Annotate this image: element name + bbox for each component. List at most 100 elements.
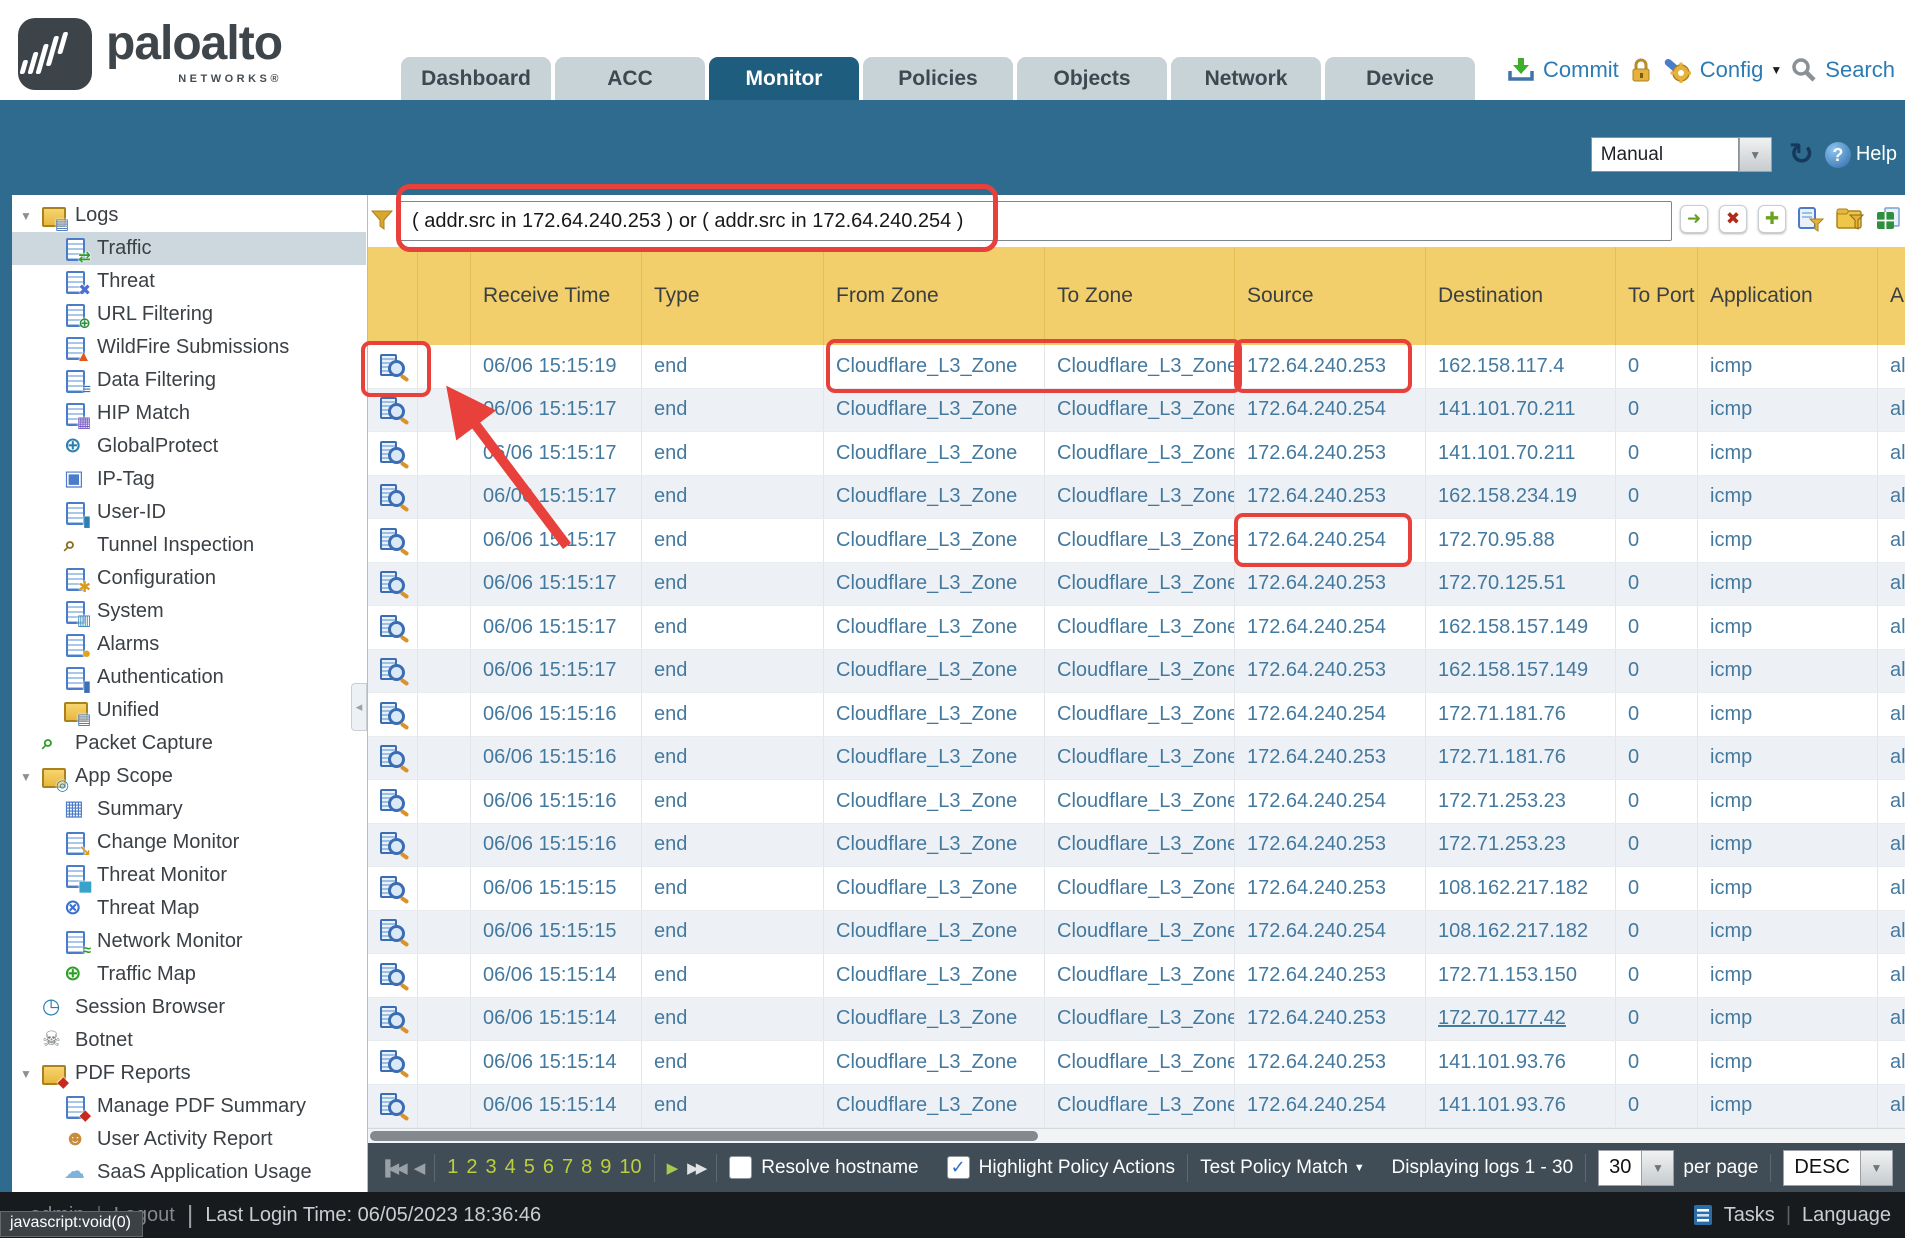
type-cell[interactable]: end [641, 432, 823, 475]
action-cell[interactable]: allow [1877, 519, 1905, 562]
column-header-source[interactable]: Source [1234, 247, 1425, 345]
to-zone-cell[interactable]: Cloudflare_L3_Zone [1044, 345, 1234, 388]
sidebar-item-alarms[interactable]: Alarms [12, 628, 366, 661]
next-page-button[interactable]: ▶ [667, 1159, 679, 1177]
to-zone-cell[interactable]: Cloudflare_L3_Zone [1044, 998, 1234, 1041]
to-zone-cell[interactable]: Cloudflare_L3_Zone [1044, 693, 1234, 736]
sidebar-item-threat-monitor[interactable]: Threat Monitor [12, 859, 366, 892]
destination-cell[interactable]: 162.158.117.4 [1425, 345, 1615, 388]
receive-time-cell[interactable]: 06/06 15:15:14 [470, 1041, 641, 1084]
application-cell[interactable]: icmp [1697, 519, 1877, 562]
last-page-button[interactable]: ▶▶ [687, 1159, 704, 1177]
to-port-cell[interactable]: 0 [1615, 867, 1697, 910]
test-policy-match-button[interactable]: Test Policy Match [1200, 1157, 1348, 1179]
action-cell[interactable]: allow [1877, 1041, 1905, 1084]
page-4[interactable]: 4 [505, 1156, 516, 1179]
tab-monitor[interactable]: Monitor [709, 57, 859, 100]
destination-cell[interactable]: 162.158.157.149 [1425, 606, 1615, 649]
sort-order-dropdown-icon[interactable]: ▼ [1860, 1150, 1893, 1186]
action-cell[interactable]: allow [1877, 954, 1905, 997]
column-header-action[interactable]: Action [1877, 247, 1905, 345]
receive-time-cell[interactable]: 06/06 15:15:16 [470, 780, 641, 823]
to-port-cell[interactable]: 0 [1615, 737, 1697, 780]
page-8[interactable]: 8 [581, 1156, 592, 1179]
receive-time-cell[interactable]: 06/06 15:15:16 [470, 693, 641, 736]
action-cell[interactable]: allow [1877, 476, 1905, 519]
column-header-destination[interactable]: Destination [1425, 247, 1615, 345]
log-detail-icon[interactable] [379, 832, 407, 857]
to-port-cell[interactable]: 0 [1615, 780, 1697, 823]
from-zone-cell[interactable]: Cloudflare_L3_Zone [823, 693, 1044, 736]
sidebar-item-tunnel-inspection[interactable]: Tunnel Inspection [12, 529, 366, 562]
type-cell[interactable]: end [641, 954, 823, 997]
receive-time-cell[interactable]: 06/06 15:15:15 [470, 911, 641, 954]
log-detail-icon[interactable] [379, 354, 407, 379]
sidebar-item-authentication[interactable]: Authentication [12, 661, 366, 694]
application-cell[interactable]: icmp [1697, 693, 1877, 736]
log-detail-icon[interactable] [379, 1093, 407, 1118]
from-zone-cell[interactable]: Cloudflare_L3_Zone [823, 1041, 1044, 1084]
application-cell[interactable]: icmp [1697, 737, 1877, 780]
type-cell[interactable]: end [641, 911, 823, 954]
receive-time-cell[interactable]: 06/06 15:15:17 [470, 476, 641, 519]
source-cell[interactable]: 172.64.240.253 [1234, 867, 1425, 910]
destination-cell[interactable]: 172.70.125.51 [1425, 563, 1615, 606]
to-port-cell[interactable]: 0 [1615, 563, 1697, 606]
destination-cell[interactable]: 162.158.234.19 [1425, 476, 1615, 519]
type-cell[interactable]: end [641, 693, 823, 736]
destination-cell[interactable]: 172.71.181.76 [1425, 737, 1615, 780]
action-cell[interactable]: allow [1877, 650, 1905, 693]
from-zone-cell[interactable]: Cloudflare_L3_Zone [823, 911, 1044, 954]
commit-icon[interactable] [1507, 57, 1534, 82]
application-cell[interactable]: icmp [1697, 998, 1877, 1041]
to-port-cell[interactable]: 0 [1615, 432, 1697, 475]
destination-cell[interactable]: 172.71.253.23 [1425, 824, 1615, 867]
to-zone-cell[interactable]: Cloudflare_L3_Zone [1044, 954, 1234, 997]
receive-time-cell[interactable]: 06/06 15:15:16 [470, 824, 641, 867]
destination-cell[interactable]: 162.158.157.149 [1425, 650, 1615, 693]
receive-time-cell[interactable]: 06/06 15:15:17 [470, 650, 641, 693]
receive-time-cell[interactable]: 06/06 15:15:16 [470, 737, 641, 780]
log-detail-icon[interactable] [379, 615, 407, 640]
sidebar-item-threat[interactable]: Threat [12, 265, 366, 298]
type-cell[interactable]: end [641, 867, 823, 910]
to-zone-cell[interactable]: Cloudflare_L3_Zone [1044, 1085, 1234, 1128]
destination-cell[interactable]: 141.101.70.211 [1425, 389, 1615, 432]
source-cell[interactable]: 172.64.240.253 [1234, 650, 1425, 693]
to-zone-cell[interactable]: Cloudflare_L3_Zone [1044, 519, 1234, 562]
source-cell[interactable]: 172.64.240.254 [1234, 1085, 1425, 1128]
sidebar-item-packet-capture[interactable]: Packet Capture [12, 727, 366, 760]
action-cell[interactable]: allow [1877, 389, 1905, 432]
log-detail-icon[interactable] [379, 571, 407, 596]
action-cell[interactable]: allow [1877, 998, 1905, 1041]
application-cell[interactable]: icmp [1697, 606, 1877, 649]
apply-filter-button[interactable]: ➜ [1680, 205, 1708, 233]
commit-button[interactable]: Commit [1543, 57, 1619, 83]
horizontal-scrollbar[interactable] [368, 1128, 1905, 1143]
application-cell[interactable]: icmp [1697, 345, 1877, 388]
sidebar-item-user-id[interactable]: User-ID [12, 496, 366, 529]
page-1[interactable]: 1 [447, 1156, 458, 1179]
receive-time-cell[interactable]: 06/06 15:15:14 [470, 954, 641, 997]
sidebar-item-app-scope[interactable]: ▼App Scope [12, 760, 366, 793]
type-cell[interactable]: end [641, 824, 823, 867]
source-cell[interactable]: 172.64.240.253 [1234, 954, 1425, 997]
to-zone-cell[interactable]: Cloudflare_L3_Zone [1044, 911, 1234, 954]
column-header-type[interactable]: Type [641, 247, 823, 345]
from-zone-cell[interactable]: Cloudflare_L3_Zone [823, 780, 1044, 823]
filter-query-input[interactable] [398, 201, 1672, 241]
sidebar-item-user-activity-report[interactable]: User Activity Report [12, 1123, 366, 1156]
application-cell[interactable]: icmp [1697, 476, 1877, 519]
expander-icon[interactable]: ▼ [20, 209, 42, 223]
log-detail-icon[interactable] [379, 441, 407, 466]
page-9[interactable]: 9 [600, 1156, 611, 1179]
sidebar-item-network-monitor[interactable]: Network Monitor [12, 925, 366, 958]
help-icon[interactable]: ? [1825, 142, 1851, 168]
to-port-cell[interactable]: 0 [1615, 606, 1697, 649]
to-zone-cell[interactable]: Cloudflare_L3_Zone [1044, 476, 1234, 519]
sidebar-item-globalprotect[interactable]: GlobalProtect [12, 430, 366, 463]
page-7[interactable]: 7 [562, 1156, 573, 1179]
from-zone-cell[interactable]: Cloudflare_L3_Zone [823, 345, 1044, 388]
log-detail-icon[interactable] [379, 963, 407, 988]
destination-cell[interactable]: 141.101.93.76 [1425, 1041, 1615, 1084]
